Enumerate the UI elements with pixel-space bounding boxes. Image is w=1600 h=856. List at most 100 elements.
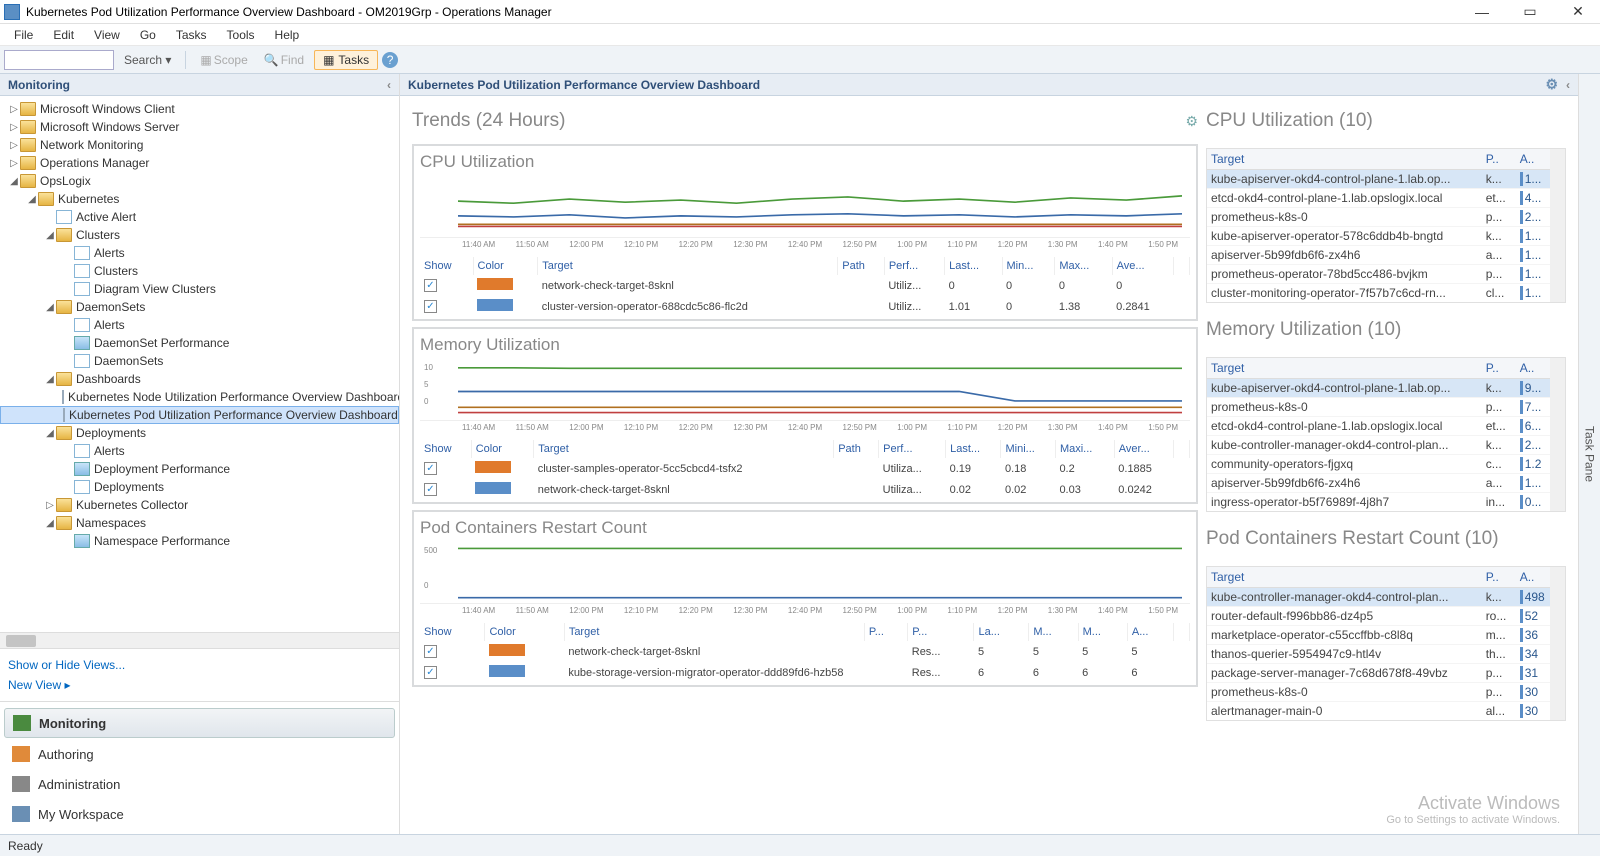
expand-toggle[interactable]: ◢ bbox=[8, 176, 20, 187]
side-row[interactable]: etcd-okd4-control-plane-1.lab.opslogix.l… bbox=[1207, 417, 1550, 436]
expand-toggle[interactable]: ◢ bbox=[44, 302, 56, 313]
side-row[interactable]: cluster-monitoring-operator-7f57b7c6cd-r… bbox=[1207, 284, 1550, 303]
expand-toggle[interactable]: ◢ bbox=[26, 194, 38, 205]
legend-col[interactable]: M... bbox=[1078, 623, 1127, 641]
legend-col[interactable]: P... bbox=[864, 623, 907, 641]
side-row[interactable]: thanos-querier-5954947c9-htl4vth...34 bbox=[1207, 645, 1550, 664]
tree-item[interactable]: Deployment Performance bbox=[0, 460, 399, 478]
task-pane-collapsed[interactable]: Task Pane bbox=[1578, 74, 1600, 834]
help-icon[interactable]: ? bbox=[382, 52, 398, 68]
tree-item[interactable]: ▷Network Monitoring bbox=[0, 136, 399, 154]
legend-col[interactable]: Color bbox=[473, 257, 538, 275]
tree-item[interactable]: ▷Kubernetes Collector bbox=[0, 496, 399, 514]
side-row[interactable]: apiserver-5b99fdb6f6-zx4h6a...1... bbox=[1207, 474, 1550, 493]
tree-item[interactable]: ◢Kubernetes bbox=[0, 190, 399, 208]
vscrollbar[interactable] bbox=[1550, 149, 1565, 302]
legend-col[interactable]: Aver... bbox=[1114, 440, 1173, 458]
expand-toggle[interactable]: ▷ bbox=[8, 158, 20, 169]
legend-col[interactable]: Path bbox=[834, 440, 879, 458]
legend-col[interactable]: P... bbox=[908, 623, 974, 641]
monitoring-tree[interactable]: ▷Microsoft Windows Client▷Microsoft Wind… bbox=[0, 96, 399, 632]
legend-row[interactable]: ✓network-check-target-8sknlRes...5555 bbox=[420, 641, 1190, 662]
tree-item[interactable]: Namespace Performance bbox=[0, 532, 399, 550]
tree-item[interactable]: Alerts bbox=[0, 244, 399, 262]
expand-toggle[interactable]: ▷ bbox=[8, 140, 20, 151]
show-checkbox[interactable]: ✓ bbox=[424, 483, 437, 496]
find-button[interactable]: 🔍 Find bbox=[258, 51, 310, 69]
side-row[interactable]: kube-controller-manager-okd4-control-pla… bbox=[1207, 588, 1550, 607]
expand-toggle[interactable]: ◢ bbox=[44, 518, 56, 529]
expand-toggle[interactable]: ▷ bbox=[44, 500, 56, 511]
legend-col[interactable]: Last... bbox=[945, 257, 1002, 275]
tree-item[interactable]: DaemonSet Performance bbox=[0, 334, 399, 352]
legend-row[interactable]: ✓network-check-target-8sknlUtiliz...0000 bbox=[420, 275, 1190, 296]
tasks-toggle[interactable]: ▦ Tasks bbox=[314, 50, 378, 70]
tree-item[interactable]: ◢Deployments bbox=[0, 424, 399, 442]
side-row[interactable]: marketplace-operator-c55ccffbb-c8l8qm...… bbox=[1207, 626, 1550, 645]
legend-col[interactable]: Show bbox=[420, 440, 471, 458]
menu-edit[interactable]: Edit bbox=[43, 26, 84, 44]
side-col[interactable]: A.. bbox=[1516, 358, 1550, 379]
legend-row[interactable]: ✓cluster-version-operator-688cdc5c86-flc… bbox=[420, 296, 1190, 317]
legend-col[interactable]: Color bbox=[485, 623, 564, 641]
side-row[interactable]: router-default-f996bb86-dz4p5ro...52 bbox=[1207, 607, 1550, 626]
side-col[interactable]: P.. bbox=[1482, 149, 1516, 170]
chart-area[interactable]: 1050 bbox=[420, 359, 1190, 421]
tree-item[interactable]: Kubernetes Pod Utilization Performance O… bbox=[0, 406, 399, 424]
gear-icon[interactable]: ⚙ bbox=[1185, 113, 1198, 130]
side-col[interactable]: P.. bbox=[1482, 358, 1516, 379]
expand-toggle[interactable]: ◢ bbox=[44, 230, 56, 241]
tree-item[interactable]: ▷Operations Manager bbox=[0, 154, 399, 172]
tree-item[interactable]: ▷Microsoft Windows Server bbox=[0, 118, 399, 136]
legend-col[interactable]: Target bbox=[538, 257, 838, 275]
legend-col[interactable]: Maxi... bbox=[1055, 440, 1114, 458]
tree-item[interactable]: ◢Clusters bbox=[0, 226, 399, 244]
chart-area[interactable] bbox=[420, 176, 1190, 238]
close-button[interactable]: ✕ bbox=[1560, 2, 1596, 22]
legend-row[interactable]: ✓kube-storage-version-migrator-operator-… bbox=[420, 662, 1190, 683]
search-input[interactable] bbox=[4, 50, 114, 70]
nav-my-workspace[interactable]: My Workspace bbox=[4, 800, 395, 828]
legend-col[interactable]: Color bbox=[471, 440, 534, 458]
legend-col[interactable]: Show bbox=[420, 623, 485, 641]
tree-item[interactable]: DaemonSets bbox=[0, 352, 399, 370]
side-col[interactable]: P.. bbox=[1482, 567, 1516, 588]
tree-item[interactable]: ◢Dashboards bbox=[0, 370, 399, 388]
legend-col[interactable]: Target bbox=[564, 623, 864, 641]
legend-col[interactable]: La... bbox=[974, 623, 1029, 641]
nav-monitoring[interactable]: Monitoring bbox=[4, 708, 395, 738]
scope-button[interactable]: ▦ Scope bbox=[194, 51, 253, 69]
side-row[interactable]: alertmanager-main-0al...30 bbox=[1207, 702, 1550, 721]
nav-authoring[interactable]: Authoring bbox=[4, 740, 395, 768]
legend-col[interactable]: M... bbox=[1029, 623, 1078, 641]
legend-col[interactable]: Path bbox=[838, 257, 885, 275]
legend-col[interactable]: Max... bbox=[1055, 257, 1112, 275]
legend-col[interactable]: Show bbox=[420, 257, 473, 275]
collapse-icon[interactable]: ‹ bbox=[387, 78, 391, 92]
side-row[interactable]: kube-apiserver-operator-578c6ddb4b-bngtd… bbox=[1207, 227, 1550, 246]
vscrollbar[interactable] bbox=[1550, 567, 1565, 720]
show-checkbox[interactable]: ✓ bbox=[424, 462, 437, 475]
tree-item[interactable]: Active Alert bbox=[0, 208, 399, 226]
side-row[interactable]: ingress-operator-b5f76989f-4j8h7in...0..… bbox=[1207, 493, 1550, 512]
legend-row[interactable]: ✓cluster-samples-operator-5cc5cbcd4-tsfx… bbox=[420, 458, 1190, 479]
vscrollbar[interactable] bbox=[1550, 358, 1565, 511]
side-row[interactable]: prometheus-k8s-0p...7... bbox=[1207, 398, 1550, 417]
expand-toggle[interactable]: ◢ bbox=[44, 428, 56, 439]
legend-col[interactable]: Perf... bbox=[884, 257, 944, 275]
tree-item[interactable]: Deployments bbox=[0, 478, 399, 496]
expand-toggle[interactable]: ▷ bbox=[8, 104, 20, 115]
show-checkbox[interactable]: ✓ bbox=[424, 279, 437, 292]
menu-help[interactable]: Help bbox=[265, 26, 310, 44]
gear-icon[interactable]: ⚙ bbox=[1545, 76, 1558, 93]
tree-item[interactable]: Diagram View Clusters bbox=[0, 280, 399, 298]
side-col[interactable]: Target bbox=[1207, 567, 1482, 588]
side-col[interactable]: A.. bbox=[1516, 149, 1550, 170]
menu-view[interactable]: View bbox=[84, 26, 130, 44]
tree-item[interactable]: ◢OpsLogix bbox=[0, 172, 399, 190]
tree-item[interactable]: ▷Microsoft Windows Client bbox=[0, 100, 399, 118]
legend-col[interactable]: Ave... bbox=[1112, 257, 1173, 275]
menu-tasks[interactable]: Tasks bbox=[166, 26, 217, 44]
side-col[interactable]: Target bbox=[1207, 149, 1482, 170]
minimize-button[interactable]: — bbox=[1464, 2, 1500, 22]
